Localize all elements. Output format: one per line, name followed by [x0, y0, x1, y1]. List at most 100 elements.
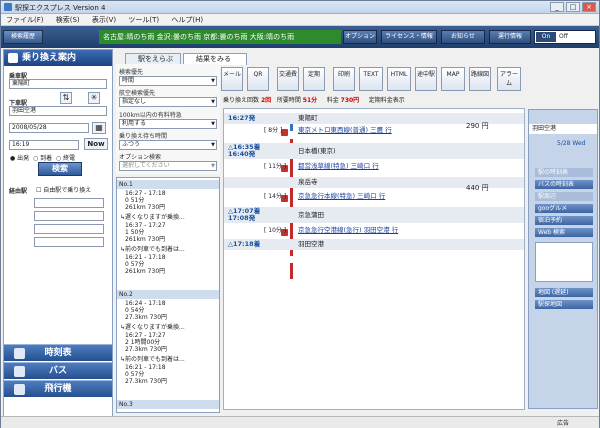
- info-web-search-button[interactable]: Web 検索: [535, 228, 593, 237]
- commuter-fare-label[interactable]: 定期料金表示: [369, 97, 405, 104]
- stop-time: 16:27発: [228, 114, 256, 122]
- via-stations-button[interactable]: 途中駅: [415, 67, 437, 91]
- list-item: 27.3km 730円: [125, 314, 168, 321]
- menu-search[interactable]: 検索(S): [51, 14, 85, 26]
- expense-button[interactable]: 交通費: [277, 67, 299, 91]
- menu-file[interactable]: ファイル(F): [1, 14, 49, 26]
- license-button[interactable]: ライセンス・情報: [381, 30, 437, 44]
- segment-fare: 440 円: [466, 184, 489, 192]
- segment-line-link[interactable]: 都営浅草線(特急) 三崎口 行: [298, 161, 379, 172]
- transfer-label: 乗り換え待ち時間: [119, 133, 168, 140]
- alarm-button[interactable]: アラーム: [497, 67, 521, 91]
- radio-depart[interactable]: ● 出発: [10, 155, 29, 162]
- nav-timetable[interactable]: 時刻表: [4, 344, 112, 361]
- express-select[interactable]: 利用する: [119, 119, 217, 129]
- stop-row[interactable]: △16:35着 16:40発 日本橋(東京): [224, 143, 524, 159]
- map-button[interactable]: MAP: [441, 67, 465, 91]
- sort-select[interactable]: 時間: [119, 76, 217, 86]
- route-map-button[interactable]: 路線図: [469, 67, 491, 91]
- result-header-2[interactable]: No.2: [117, 290, 219, 299]
- via-input-4[interactable]: [34, 237, 104, 247]
- panel-title: 乗り換え案内: [22, 53, 77, 63]
- via-input-3[interactable]: [34, 224, 104, 234]
- print-button[interactable]: 印刷: [333, 67, 355, 91]
- list-item: 261km 730円: [125, 268, 166, 275]
- on-off-toggle[interactable]: On Off: [534, 30, 596, 44]
- info-date: 5/28 Wed: [557, 140, 586, 147]
- option-search-select[interactable]: 選択してください: [119, 161, 217, 171]
- bus-icon: [14, 366, 25, 377]
- info-map-button[interactable]: 地図 (遅延): [535, 288, 593, 297]
- notice-button[interactable]: お知らせ: [441, 30, 485, 44]
- result-header-3[interactable]: No.3: [117, 400, 219, 409]
- nav-bus[interactable]: バス: [4, 362, 112, 379]
- info-hotel-button[interactable]: 宿泊予約: [535, 216, 593, 225]
- from-station-input[interactable]: 東陽町: [9, 79, 107, 89]
- menu-view[interactable]: 表示(V): [87, 14, 121, 26]
- info-station-name: 羽田空港: [529, 124, 597, 134]
- search-button[interactable]: 検索: [38, 162, 82, 176]
- time-input[interactable]: 16:19: [9, 140, 79, 150]
- segment-duration: [ 11分 ]: [264, 163, 287, 170]
- date-input[interactable]: 2008/05/28: [9, 123, 89, 133]
- info-bus-button[interactable]: バスの時刻表: [535, 180, 593, 189]
- minimize-button[interactable]: _: [550, 2, 564, 12]
- now-button[interactable]: Now: [84, 138, 108, 150]
- stop-name[interactable]: 羽田空港: [298, 239, 324, 250]
- list-item: 27.3km 730円: [125, 346, 168, 353]
- sort-label: 検索優先: [119, 69, 144, 76]
- history-button[interactable]: 検索履歴: [3, 30, 43, 44]
- stop-name[interactable]: 東陽町: [298, 113, 318, 124]
- info-station-map-button[interactable]: 駅探地図: [535, 300, 593, 309]
- stop-name[interactable]: 日本橋(東京): [298, 143, 336, 159]
- segment-duration: [ 14分 ]: [264, 193, 287, 200]
- list-item: 16:21 - 17:18: [125, 364, 166, 371]
- text-button[interactable]: TEXT: [359, 67, 383, 91]
- on-label: On: [536, 32, 556, 42]
- radio-last[interactable]: ○ 終電: [56, 155, 75, 162]
- list-item: 16:37 - 17:27: [125, 222, 166, 229]
- result-header-1[interactable]: No.1: [117, 180, 219, 189]
- airplane-icon: [14, 384, 25, 395]
- info-blank-box: [535, 242, 593, 282]
- nav-airplane[interactable]: 飛行機: [4, 380, 112, 397]
- swap-icon[interactable]: ⇅: [60, 92, 72, 104]
- menu-help[interactable]: ヘルプ(H): [166, 14, 208, 26]
- transfer-select[interactable]: ふつう: [119, 140, 217, 150]
- service-info-button[interactable]: 運行情報: [489, 30, 531, 44]
- segment-line-link[interactable]: 東京メトロ東西線(普通) 三鷹 行: [298, 125, 392, 136]
- time-mode-radios: ● 出発 ○ 到着 ○ 終電: [10, 153, 75, 162]
- commuter-pass-button[interactable]: 定期: [303, 67, 325, 91]
- list-item: 0 57分: [125, 261, 145, 268]
- close-button[interactable]: ×: [582, 2, 596, 12]
- info-gourmet-button[interactable]: gooグルメ: [535, 204, 593, 213]
- segment-line-link[interactable]: 京急急行本線(特急) 三崎口 行: [298, 191, 385, 202]
- calendar-icon[interactable]: ▦: [92, 122, 106, 134]
- route-search-panel: 乗り換え案内 乗車駅 東陽町 ⇅ ✳ 下車駅 羽田空港 2008/05/28 ▦…: [3, 49, 113, 425]
- options-button[interactable]: オプション: [343, 30, 377, 44]
- air-select[interactable]: 指定なし: [119, 97, 217, 107]
- stop-row[interactable]: △17:18着 羽田空港: [224, 239, 524, 250]
- maximize-button[interactable]: □: [566, 2, 580, 12]
- segment-fare: 290 円: [466, 122, 489, 130]
- express-label: 100km以内の有料特急: [119, 112, 182, 119]
- result-list[interactable]: No.1 16:27 - 17:18 0 51分 261km 730円 ↳遅くな…: [116, 177, 220, 413]
- info-timetable-button[interactable]: 駅の時刻表: [535, 168, 593, 177]
- radio-arrive[interactable]: ○ 到着: [33, 155, 52, 162]
- segment-line-link[interactable]: 京急急行空港線(急行) 羽田空港 行: [298, 225, 398, 236]
- stop-name[interactable]: 泉岳寺: [298, 177, 318, 188]
- mail-button[interactable]: メール: [221, 67, 243, 91]
- info-nearby-button[interactable]: 駅周辺: [535, 192, 593, 201]
- stop-name[interactable]: 京急蒲田: [298, 207, 324, 223]
- clear-icon[interactable]: ✳: [88, 92, 100, 104]
- stop-row[interactable]: △17:07着 17:08発 京急蒲田: [224, 207, 524, 223]
- timetable-icon: [14, 348, 25, 359]
- to-station-input[interactable]: 羽田空港: [9, 106, 107, 116]
- via-input-1[interactable]: [34, 198, 104, 208]
- via-checkbox[interactable]: ☐ 自由駅で乗り換え: [36, 185, 91, 194]
- menu-tools[interactable]: ツール(T): [123, 14, 164, 26]
- html-button[interactable]: HTML: [387, 67, 411, 91]
- via-input-2[interactable]: [34, 211, 104, 221]
- segment-duration: [ 10分 ]: [264, 227, 287, 234]
- qr-button[interactable]: QR: [247, 67, 269, 91]
